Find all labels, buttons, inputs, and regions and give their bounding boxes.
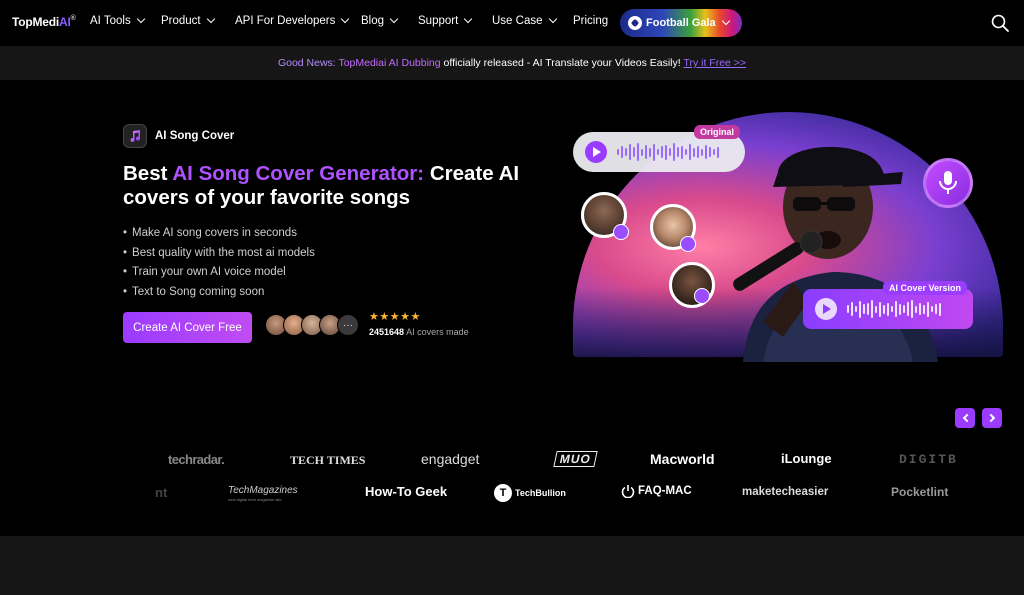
- create-ai-cover-button[interactable]: Create AI Cover Free: [123, 312, 252, 343]
- banner-message: officially released - AI Translate your …: [443, 57, 681, 69]
- headline-prefix: Best: [123, 162, 173, 185]
- more-avatars-icon: ···: [337, 314, 359, 336]
- press-logo-ilounge: iLounge: [781, 451, 832, 466]
- banner-good-news: Good News:: [277, 57, 336, 69]
- music-note-icon: [123, 124, 147, 148]
- faqmac-label: FAQ-MAC: [638, 485, 692, 497]
- banner-product-link[interactable]: TopMediai AI Dubbing: [338, 57, 440, 69]
- waveform-icon: [847, 299, 941, 319]
- play-icon[interactable]: [585, 141, 607, 163]
- original-tag: Original: [694, 125, 741, 139]
- press-logo-digit: DIGITB: [899, 452, 958, 467]
- feature-item: Make AI song covers in seconds: [123, 224, 315, 244]
- logo-text: TopMedi: [12, 15, 60, 29]
- carousel-next-button[interactable]: [982, 408, 1002, 428]
- badge-label: AI Song Cover: [155, 130, 235, 142]
- press-logo-techtimes: TECH TIMES: [290, 453, 366, 467]
- headline-highlight: AI Song Cover Generator:: [172, 162, 425, 185]
- press-logo-macworld: Macworld: [650, 451, 715, 467]
- power-icon: [621, 485, 635, 498]
- nav-item-label: Use Case: [492, 15, 543, 27]
- football-gala-button[interactable]: Football Gala: [620, 9, 742, 37]
- nav-item-label: Support: [418, 15, 459, 27]
- press-logo-partial: nt: [155, 485, 168, 500]
- chevron-down-icon: [341, 14, 350, 24]
- nav-item-blog[interactable]: Blog: [361, 14, 399, 27]
- chevron-right-icon: [986, 413, 995, 423]
- announcement-banner: Good News: TopMediai AI Dubbing official…: [0, 46, 1024, 80]
- nav-item-api[interactable]: API For Developers: [235, 14, 350, 27]
- covers-count: 2451648: [369, 327, 405, 337]
- voice-wave-icon: [613, 224, 629, 240]
- press-logo-techbullion: T TechBullion: [494, 484, 566, 502]
- play-icon[interactable]: [815, 298, 837, 320]
- voice-wave-icon: [680, 236, 696, 252]
- techbullion-icon: T: [494, 484, 512, 502]
- topmediai-logo[interactable]: TopMediAI®: [12, 15, 76, 29]
- press-logo-howtogeek: How-To Geek: [365, 484, 448, 499]
- search-icon[interactable]: [991, 14, 1009, 32]
- chevron-down-icon: [721, 16, 730, 26]
- nav-item-label: API For Developers: [235, 15, 336, 27]
- nav-item-label: Product: [161, 15, 201, 27]
- hero-illustration: Original AI Cover Version: [573, 112, 1003, 362]
- feature-item: Train your own AI voice model: [123, 263, 315, 283]
- hero-headline: Best AI Song Cover Generator: Create AI …: [123, 162, 543, 210]
- press-logo-techradar: techradar.: [168, 452, 225, 467]
- microphone-icon: [923, 158, 973, 208]
- nav-item-pricing[interactable]: Pricing: [573, 15, 608, 27]
- nav-item-label: Blog: [361, 15, 385, 27]
- nav-item-label: Pricing: [573, 15, 609, 27]
- press-logo-maketecheasier: maketecheasier: [742, 486, 829, 498]
- nav-item-product[interactable]: Product: [161, 14, 215, 27]
- feature-item: Text to Song coming soon: [123, 283, 315, 303]
- football-icon: [628, 16, 642, 30]
- carousel-prev-button[interactable]: [955, 408, 975, 428]
- chevron-down-icon: [136, 14, 145, 24]
- banner-try-link[interactable]: Try it Free >>: [683, 57, 746, 69]
- nav-item-use-case[interactable]: Use Case: [492, 14, 557, 27]
- chevron-down-icon: [206, 14, 215, 24]
- nav-item-label: AI Tools: [90, 15, 131, 27]
- chevron-down-icon: [548, 14, 557, 24]
- logo-ai-text: AI: [59, 15, 71, 29]
- nav-item-support[interactable]: Support: [418, 14, 473, 27]
- ai-cover-audio-player[interactable]: [803, 289, 973, 329]
- feature-list: Make AI song covers in seconds Best qual…: [123, 224, 315, 302]
- nav-item-ai-tools[interactable]: AI Tools: [90, 14, 145, 27]
- covers-made-stat: 2451648 AI covers made: [369, 327, 469, 337]
- user-avatars: ···: [265, 314, 359, 336]
- voice-wave-icon: [694, 288, 710, 304]
- techbullion-label: TechBullion: [515, 488, 566, 498]
- press-logo-pocketlint: Pocketlint: [891, 485, 949, 499]
- press-logo-engadget: engadget: [421, 451, 480, 467]
- covers-suffix: AI covers made: [406, 327, 469, 337]
- chevron-down-icon: [389, 14, 399, 24]
- techmagazines-label: TechMagazines: [228, 485, 298, 496]
- feature-item: Best quality with the most ai models: [123, 244, 315, 264]
- chevron-left-icon: [962, 413, 971, 423]
- waveform-icon: [617, 142, 719, 162]
- rating-stars: ★★★★★: [369, 311, 421, 323]
- top-nav: TopMediAI® AI Tools Product API For Deve…: [0, 0, 1024, 46]
- press-logo-muo: MUO: [553, 451, 598, 467]
- next-section-band: [0, 536, 1024, 595]
- ai-cover-version-tag: AI Cover Version: [883, 281, 968, 295]
- chevron-down-icon: [464, 14, 473, 24]
- press-logo-faqmac: FAQ-MAC: [621, 484, 692, 498]
- logo-registered-mark: ®: [70, 15, 76, 22]
- football-gala-label: Football Gala: [646, 17, 716, 29]
- press-logo-techmagazines: TechMagazines next digital tech magazine…: [228, 485, 298, 502]
- techmagazines-tagline: next digital tech magazine site: [228, 497, 282, 502]
- product-badge: AI Song Cover: [123, 124, 234, 148]
